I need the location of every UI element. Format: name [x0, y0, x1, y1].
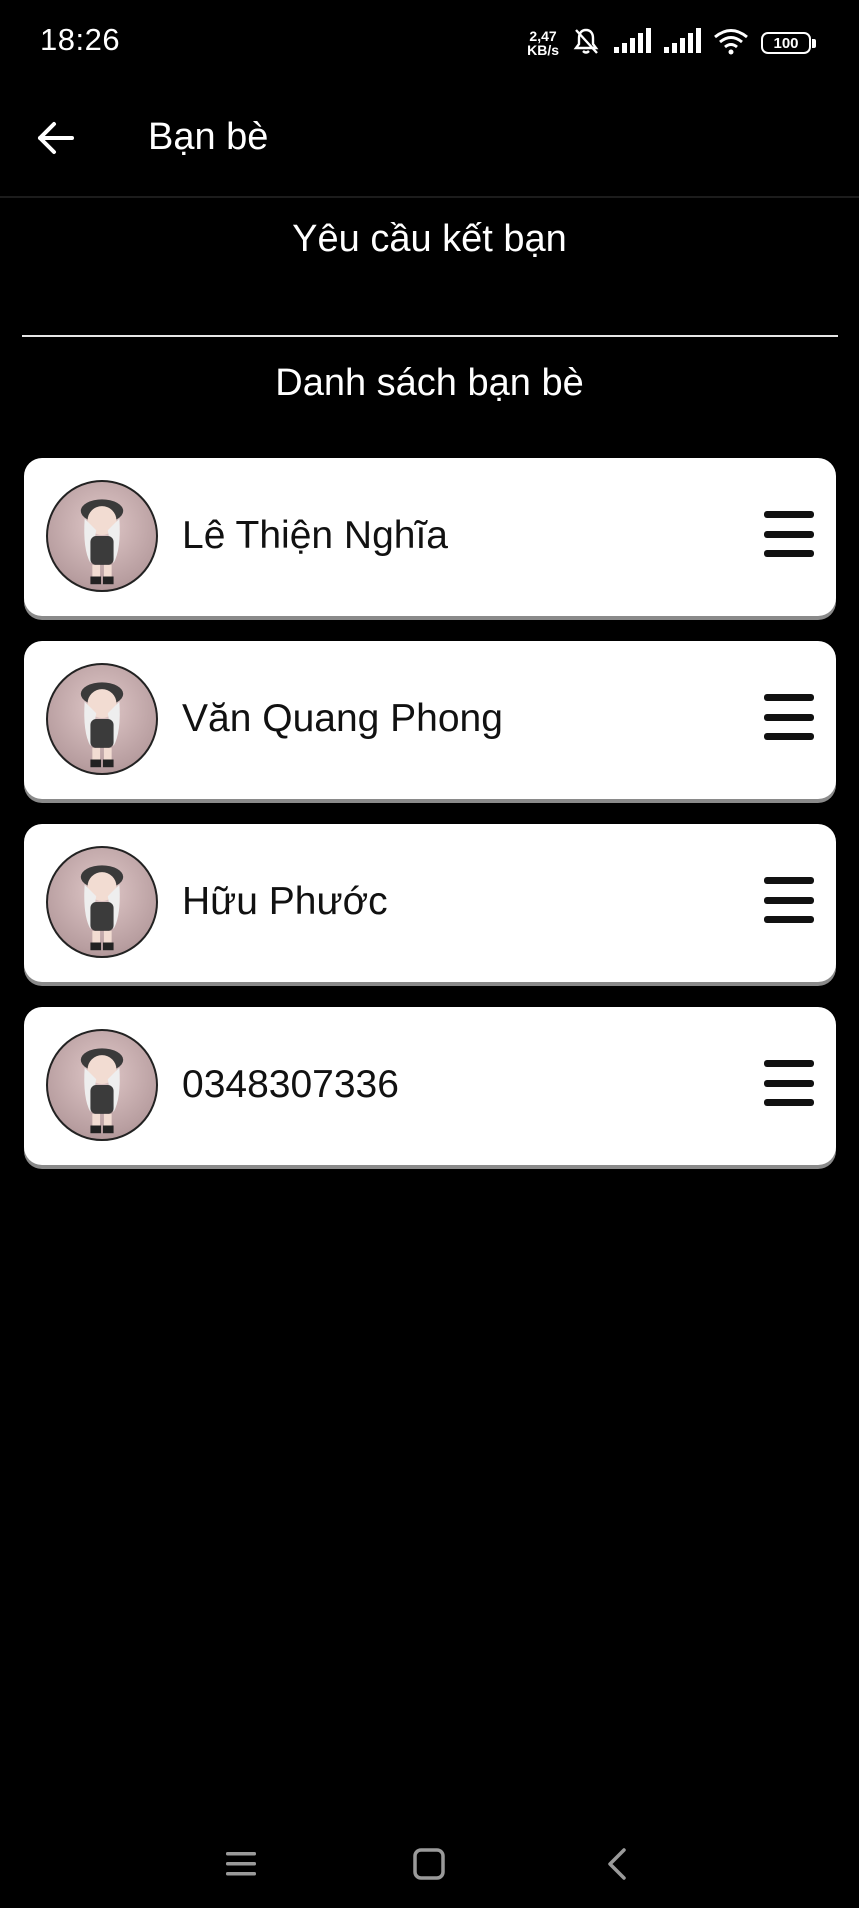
recents-icon: [226, 1852, 256, 1876]
friend-menu-button[interactable]: [764, 877, 814, 923]
friend-name: Hữu Phước: [182, 880, 388, 923]
avatar-image: [80, 1048, 124, 1134]
menu-bar: [764, 733, 814, 740]
avatar[interactable]: [46, 663, 158, 775]
status-bar: 18:26 2,47 KB/s 100: [0, 0, 859, 86]
battery-level: 100: [773, 34, 799, 52]
signal-icon-2: [663, 27, 701, 59]
menu-bar: [764, 1099, 814, 1106]
list-item[interactable]: Văn Quang Phong: [24, 641, 836, 799]
nav-back-button[interactable]: [593, 1840, 641, 1888]
menu-bar: [764, 896, 814, 904]
tab-friend-list[interactable]: Danh sách bạn bè: [0, 362, 859, 405]
avatar-image: [80, 865, 124, 951]
status-icons: 2,47 KB/s 100: [527, 26, 816, 61]
hamburger-menu-icon: [764, 694, 814, 701]
back-button[interactable]: [28, 110, 84, 166]
avatar[interactable]: [46, 1029, 158, 1141]
status-time: 18:26: [40, 22, 121, 57]
wifi-icon: [713, 27, 749, 60]
back-icon: [608, 1848, 626, 1880]
friend-list: Lê Thiện Nghĩa Văn Quang Phong Hữu Phước…: [24, 458, 836, 1190]
list-item[interactable]: 0348307336: [24, 1007, 836, 1165]
menu-bar: [764, 550, 814, 557]
nav-recents-button[interactable]: [217, 1840, 265, 1888]
avatar-image: [80, 682, 124, 768]
system-nav-bar: [0, 1820, 859, 1908]
hamburger-menu-icon: [764, 1060, 814, 1067]
list-item[interactable]: Hữu Phước: [24, 824, 836, 982]
menu-bar: [764, 530, 814, 538]
hamburger-menu-icon: [764, 877, 814, 884]
avatar[interactable]: [46, 846, 158, 958]
menu-bar: [764, 1079, 814, 1087]
arrow-left-icon: [38, 122, 74, 154]
bell-muted-icon: [571, 26, 601, 61]
app-bar: Bạn bè: [0, 86, 859, 198]
hamburger-menu-icon: [764, 511, 814, 518]
network-speed-unit: KB/s: [527, 42, 559, 58]
section-divider: [22, 335, 838, 337]
page-title: Bạn bè: [148, 116, 269, 158]
friend-name: Lê Thiện Nghĩa: [182, 514, 448, 557]
nav-home-button[interactable]: [405, 1840, 453, 1888]
tab-friend-requests[interactable]: Yêu cầu kết bạn: [0, 218, 859, 261]
friend-menu-button[interactable]: [764, 694, 814, 740]
friend-menu-button[interactable]: [764, 511, 814, 557]
network-speed-value: 2,47: [529, 28, 557, 44]
avatar-image: [80, 499, 124, 585]
list-item[interactable]: Lê Thiện Nghĩa: [24, 458, 836, 616]
menu-bar: [764, 713, 814, 721]
network-speed: 2,47 KB/s: [527, 29, 559, 57]
friend-name: 0348307336: [182, 1063, 399, 1106]
friend-name: Văn Quang Phong: [182, 697, 503, 740]
signal-icon: [613, 27, 651, 59]
friend-menu-button[interactable]: [764, 1060, 814, 1106]
avatar[interactable]: [46, 480, 158, 592]
battery-icon: 100: [761, 32, 816, 54]
home-icon: [413, 1848, 445, 1880]
menu-bar: [764, 916, 814, 923]
